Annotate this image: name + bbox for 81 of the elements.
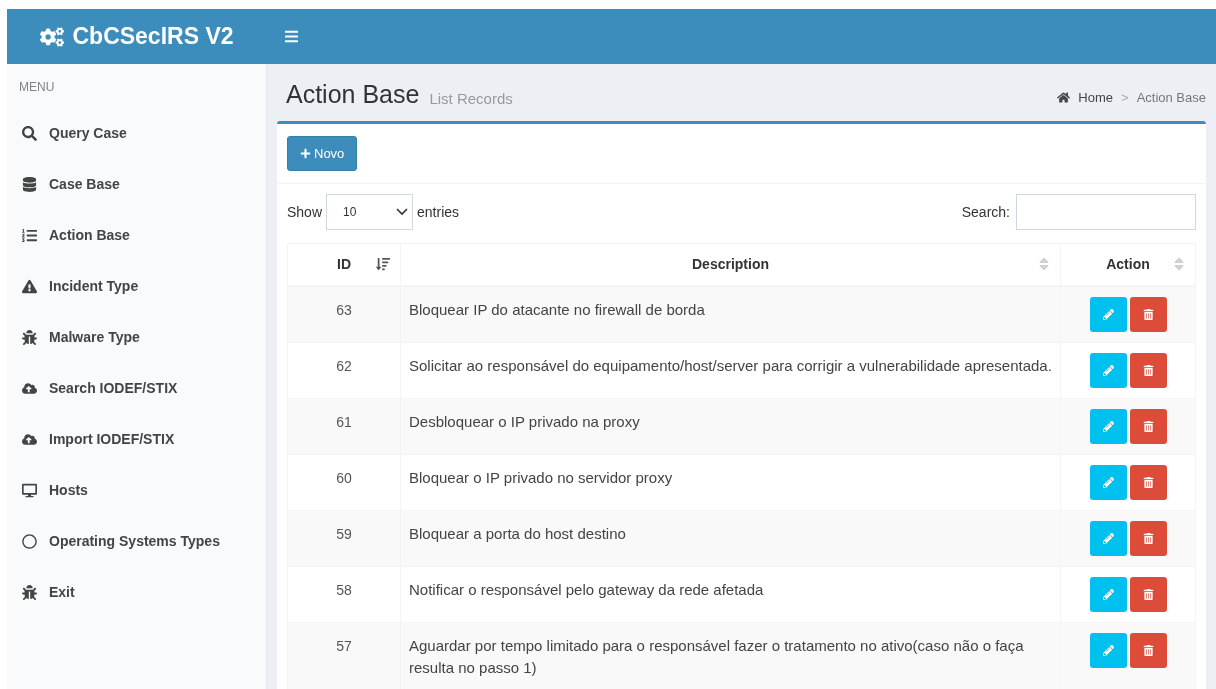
- trash-icon: [1142, 588, 1154, 600]
- breadcrumb-current: Action Base: [1136, 88, 1206, 107]
- sidebar-item[interactable]: Operating Systems Types: [7, 516, 266, 567]
- sidebar-item[interactable]: Query Case: [7, 108, 266, 159]
- database-icon: [22, 177, 37, 192]
- page-subtitle: List Records: [429, 91, 513, 107]
- gears-icon: [40, 24, 65, 49]
- delete-button[interactable]: [1129, 296, 1167, 332]
- new-button[interactable]: Novo: [287, 136, 358, 171]
- pencil-icon: [1102, 476, 1114, 488]
- pencil-icon: [1102, 532, 1114, 544]
- edit-button[interactable]: [1089, 576, 1127, 612]
- bug-icon: [22, 585, 37, 600]
- description-cell: Desbloquear o IP privado na proxy: [400, 398, 1061, 454]
- edit-button[interactable]: [1089, 464, 1127, 500]
- id-cell: 57: [287, 622, 401, 689]
- search-icon: [22, 126, 37, 141]
- trash-icon: [1142, 308, 1154, 320]
- column-header[interactable]: Action: [1060, 243, 1196, 286]
- menu-heading: MENU: [18, 79, 56, 96]
- search-field[interactable]: [1016, 194, 1196, 230]
- trash-icon: [1142, 476, 1154, 488]
- trash-icon: [1142, 644, 1154, 656]
- description-cell: Bloquear a porta do host destino: [400, 510, 1061, 566]
- edit-button[interactable]: [1089, 352, 1127, 388]
- description-cell: Solicitar ao responsável do equipamento/host/server para corrigir a vulnerabilidade apresentada.: [400, 342, 1061, 398]
- menu-icon: [284, 29, 299, 44]
- pencil-icon: [1102, 420, 1114, 432]
- delete-button[interactable]: [1129, 520, 1167, 556]
- id-cell: 63: [287, 285, 401, 342]
- plus-icon: [300, 148, 311, 159]
- entries-select[interactable]: 10: [326, 194, 414, 230]
- search-label: Search:: [961, 202, 1010, 222]
- page-title: Action Base: [286, 82, 420, 107]
- breadcrumb-link[interactable]: Home: [1078, 87, 1114, 107]
- description-cell: Notificar o responsável pelo gateway da rede afetada: [400, 566, 1061, 622]
- pencil-icon: [1102, 308, 1114, 320]
- trash-icon: [1142, 532, 1154, 544]
- home-icon: [1057, 90, 1071, 104]
- sidebar-item[interactable]: Case Base: [7, 159, 266, 210]
- id-cell: 61: [287, 398, 401, 454]
- description-cell: Bloquear o IP privado no servidor proxy: [400, 454, 1061, 510]
- entries-label: entries: [417, 202, 460, 222]
- numbered-list-icon: [22, 228, 37, 243]
- cloud-upload-icon: [22, 381, 37, 396]
- monitor-icon: [22, 483, 37, 498]
- column-header[interactable]: ID: [287, 243, 401, 286]
- delete-button[interactable]: [1129, 408, 1167, 444]
- sidebar-item[interactable]: Malware Type: [7, 312, 266, 363]
- trash-icon: [1142, 420, 1154, 432]
- delete-button[interactable]: [1129, 464, 1167, 500]
- bug-icon: [22, 330, 37, 345]
- trash-icon: [1142, 364, 1154, 376]
- breadcrumb-separator: >: [1121, 88, 1129, 107]
- column-header[interactable]: Description: [400, 243, 1061, 286]
- sidebar-item[interactable]: Action Base: [7, 210, 266, 261]
- pencil-icon: [1102, 588, 1114, 600]
- delete-button[interactable]: [1129, 576, 1167, 612]
- sidebar-item[interactable]: Import IODEF/STIX: [7, 414, 266, 465]
- sidebar-item[interactable]: Search IODEF/STIX: [7, 363, 266, 414]
- sidebar-item[interactable]: Incident Type: [7, 261, 266, 312]
- show-label: Show: [287, 202, 323, 222]
- edit-button[interactable]: [1089, 408, 1127, 444]
- pencil-icon: [1102, 644, 1114, 656]
- cloud-upload-icon: [22, 432, 37, 447]
- id-cell: 59: [287, 510, 401, 566]
- sidebar-item[interactable]: Exit: [7, 567, 266, 618]
- id-cell: 58: [287, 566, 401, 622]
- app-logo[interactable]: CbCSecIRS V2: [72, 19, 234, 54]
- id-cell: 60: [287, 454, 401, 510]
- warning-icon: [22, 279, 37, 294]
- edit-button[interactable]: [1089, 632, 1127, 668]
- pencil-icon: [1102, 364, 1114, 376]
- id-cell: 62: [287, 342, 401, 398]
- delete-button[interactable]: [1129, 352, 1167, 388]
- chevron-down-icon: [396, 208, 409, 216]
- sidebar-item[interactable]: Hosts: [7, 465, 266, 516]
- edit-button[interactable]: [1089, 520, 1127, 556]
- description-cell: Bloquear IP do atacante no firewall de borda: [400, 285, 1061, 342]
- delete-button[interactable]: [1129, 632, 1167, 668]
- edit-button[interactable]: [1089, 296, 1127, 332]
